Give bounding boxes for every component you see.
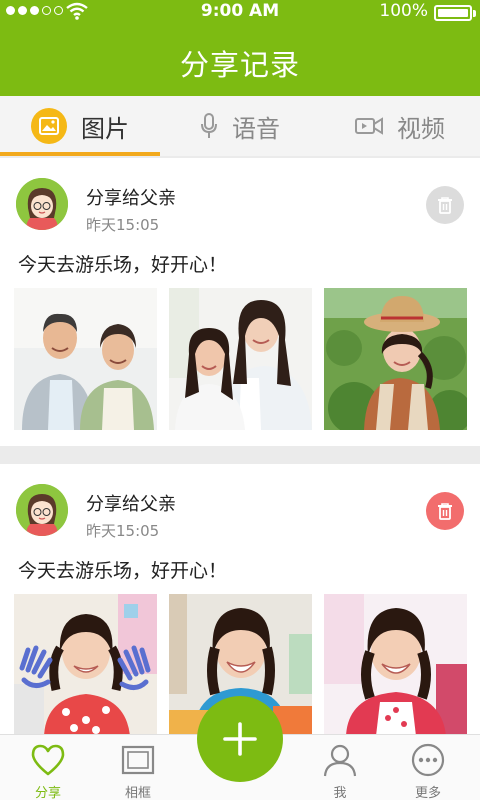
video-icon: [355, 117, 383, 135]
nav-frame[interactable]: 相框: [90, 735, 186, 800]
battery-percent: 100%: [379, 1, 428, 21]
frame-icon: [121, 745, 155, 775]
nav-label: 分享: [34, 786, 61, 800]
heart-icon: [31, 744, 65, 776]
share-recipient: 分享给父亲: [86, 188, 176, 209]
delete-button[interactable]: [426, 492, 464, 530]
post-text: 今天去游乐场，好开心！: [18, 560, 228, 582]
trash-icon: [438, 503, 452, 520]
share-recipient: 分享给父亲: [86, 494, 176, 515]
post-card: 分享给父亲 昨天15:05 今天去游乐场，好开心！: [0, 158, 480, 446]
page-title: 分享记录: [179, 48, 300, 82]
tab-label: 语音: [232, 114, 280, 143]
girl-painted-hands-photo[interactable]: [14, 594, 157, 734]
plus-icon: [223, 722, 257, 756]
nav-label: 更多: [414, 786, 441, 800]
post-text: 今天去游乐场，好开心！: [18, 254, 228, 276]
status-bar: 9:00 AM 100%: [0, 0, 480, 24]
tab-label: 视频: [397, 114, 445, 143]
nav-label: 我: [333, 786, 347, 800]
post-time: 昨天15:05: [86, 522, 160, 540]
mother-daughter-photo[interactable]: [169, 288, 312, 430]
nav-more[interactable]: 更多: [380, 735, 476, 800]
tab-images[interactable]: 图片: [0, 96, 160, 156]
tab-label: 图片: [81, 114, 129, 143]
nav-label: 相框: [124, 786, 151, 800]
tab-voice[interactable]: 语音: [160, 96, 320, 156]
girl-smiling-photo[interactable]: [324, 594, 467, 734]
trash-icon: [438, 197, 452, 214]
app-header: 9:00 AM 100% 分享记录: [0, 0, 480, 96]
avatar[interactable]: [16, 484, 68, 536]
post-time: 昨天15:05: [86, 216, 160, 234]
microphone-icon: [201, 113, 217, 138]
delete-button[interactable]: [426, 186, 464, 224]
media-tabs: 图片 语音 视频: [0, 96, 480, 156]
avatar[interactable]: [16, 178, 68, 230]
post-card: 分享给父亲 昨天15:05 今天去游乐场，好开心！: [0, 464, 480, 734]
girl-straw-hat-photo[interactable]: [324, 288, 467, 430]
add-post-button[interactable]: [197, 696, 283, 782]
nav-share[interactable]: 分享: [0, 735, 96, 800]
image-icon: [31, 108, 67, 144]
nav-me[interactable]: 我: [292, 735, 388, 800]
photo-grid: [14, 288, 467, 430]
more-icon: [411, 743, 445, 777]
battery-icon: [434, 5, 476, 21]
user-icon: [323, 744, 357, 777]
tab-video[interactable]: 视频: [320, 96, 480, 156]
grandparents-photo[interactable]: [14, 288, 157, 430]
